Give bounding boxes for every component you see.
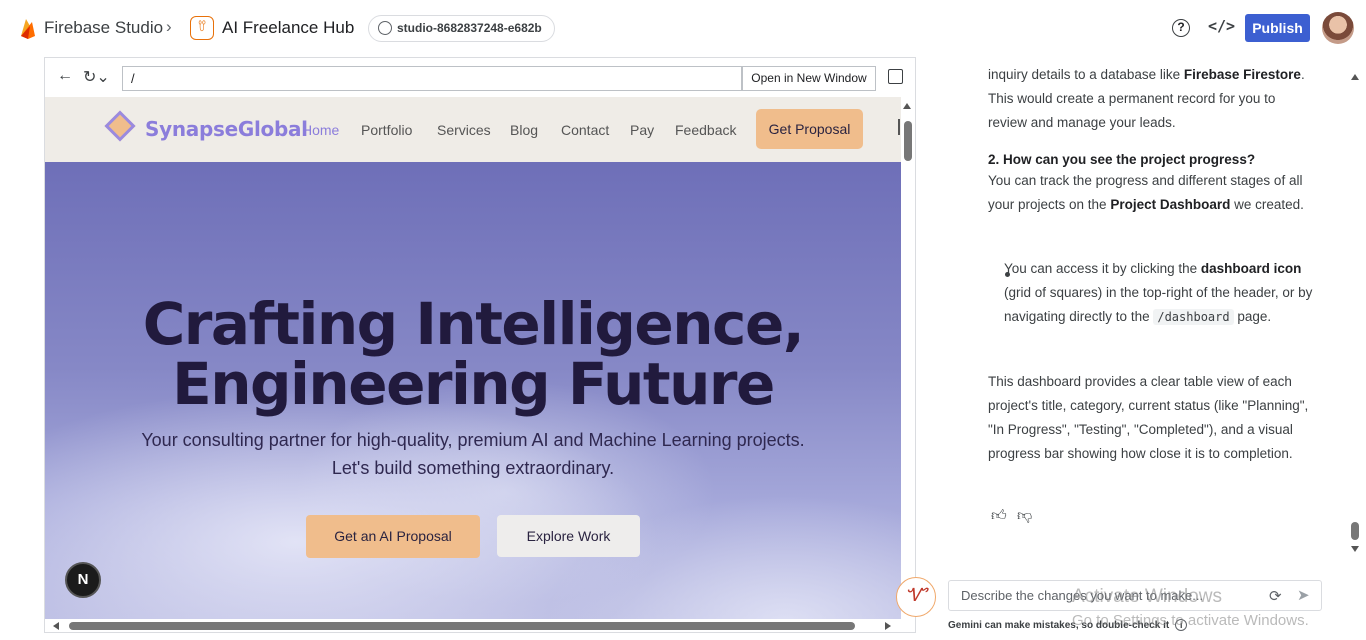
reload-icon[interactable]: ↻⌄ bbox=[83, 67, 110, 87]
thumbs-up-icon[interactable]: 👍︎ bbox=[991, 504, 1007, 528]
hero-title-line-1: Crafting Intelligence, bbox=[142, 290, 805, 358]
site-header: SynapseGlobal Home Portfolio Services Bl… bbox=[45, 97, 901, 162]
explore-work-button[interactable]: Explore Work bbox=[497, 515, 640, 557]
chat-paragraph: inquiry details to a database like Fireb… bbox=[988, 67, 1305, 130]
nav-services[interactable]: Services bbox=[437, 122, 491, 138]
nav-feedback[interactable]: Feedback bbox=[675, 122, 736, 138]
hero-section: Crafting Intelligence, Engineering Futur… bbox=[45, 162, 901, 619]
scroll-down-icon[interactable] bbox=[1351, 546, 1359, 552]
preview-url-bar: ← ↻⌄ / Open in New Window bbox=[45, 58, 915, 96]
chevron-right-icon: › bbox=[166, 17, 172, 36]
firebase-logo-icon[interactable] bbox=[18, 16, 38, 40]
scroll-up-icon[interactable] bbox=[903, 103, 911, 109]
get-proposal-button[interactable]: Get Proposal bbox=[756, 109, 863, 149]
chat-panel: inquiry details to a database like Fireb… bbox=[988, 0, 1328, 524]
chat-paragraph: You can track the progress and different… bbox=[988, 173, 1304, 212]
preview-frame: ← ↻⌄ / Open in New Window SynapseGlobal … bbox=[44, 57, 916, 633]
project-name[interactable]: AI Freelance Hub bbox=[222, 18, 354, 38]
scroll-thumb[interactable] bbox=[904, 121, 912, 161]
open-new-window-button[interactable]: Open in New Window bbox=[742, 66, 876, 91]
hero-title-line-2: Engineering Future bbox=[172, 350, 775, 418]
scroll-right-icon[interactable] bbox=[885, 622, 891, 630]
workspace-badge[interactable]: studio-8682837248-e682b bbox=[368, 15, 555, 42]
back-arrow-icon[interactable]: ← bbox=[57, 67, 73, 85]
nav-pay[interactable]: Pay bbox=[630, 122, 654, 138]
preview-horizontal-scrollbar[interactable] bbox=[45, 619, 901, 632]
workspace-icon bbox=[378, 21, 392, 35]
external-link-icon[interactable] bbox=[888, 69, 903, 84]
app-title[interactable]: Firebase Studio bbox=[44, 18, 163, 38]
site-name[interactable]: SynapseGlobal bbox=[145, 117, 308, 141]
get-ai-proposal-button[interactable]: Get an AI Proposal bbox=[306, 515, 480, 558]
nextjs-badge-icon[interactable]: N bbox=[65, 562, 101, 598]
chat-paragraph: This dashboard provides a clear table vi… bbox=[988, 374, 1309, 461]
nav-contact[interactable]: Contact bbox=[561, 122, 609, 138]
windows-activation-watermark: Activate Windows Go to Settings to activ… bbox=[1072, 585, 1309, 633]
chat-scrollbar[interactable] bbox=[1348, 66, 1362, 560]
scroll-left-icon[interactable] bbox=[53, 622, 59, 630]
nav-blog[interactable]: Blog bbox=[510, 122, 538, 138]
url-input[interactable]: / bbox=[122, 66, 742, 91]
hero-subtitle: Your consulting partner for high-quality… bbox=[141, 430, 805, 478]
scroll-thumb[interactable] bbox=[1351, 522, 1359, 540]
gemini-avatar-icon: Ꮙ bbox=[896, 577, 936, 617]
watermark-line-1: Activate Windows bbox=[1072, 586, 1222, 607]
scroll-thumb[interactable] bbox=[69, 622, 855, 630]
project-icon: ꀎ bbox=[190, 16, 214, 40]
thumbs-down-icon[interactable]: 👎︎ bbox=[1017, 504, 1032, 528]
nav-portfolio[interactable]: Portfolio bbox=[361, 122, 412, 138]
nav-home[interactable]: Home bbox=[302, 122, 339, 138]
preview-vertical-scrollbar[interactable] bbox=[901, 97, 915, 619]
chat-list-item: You can access it by clicking the dashbo… bbox=[1004, 261, 1313, 325]
scroll-up-icon[interactable] bbox=[1351, 74, 1359, 80]
site-logo-icon[interactable] bbox=[104, 110, 136, 142]
site-preview: SynapseGlobal Home Portfolio Services Bl… bbox=[45, 97, 901, 619]
watermark-line-2: Go to Settings to activate Windows. bbox=[1072, 612, 1309, 629]
workspace-id: studio-8682837248-e682b bbox=[397, 21, 542, 35]
